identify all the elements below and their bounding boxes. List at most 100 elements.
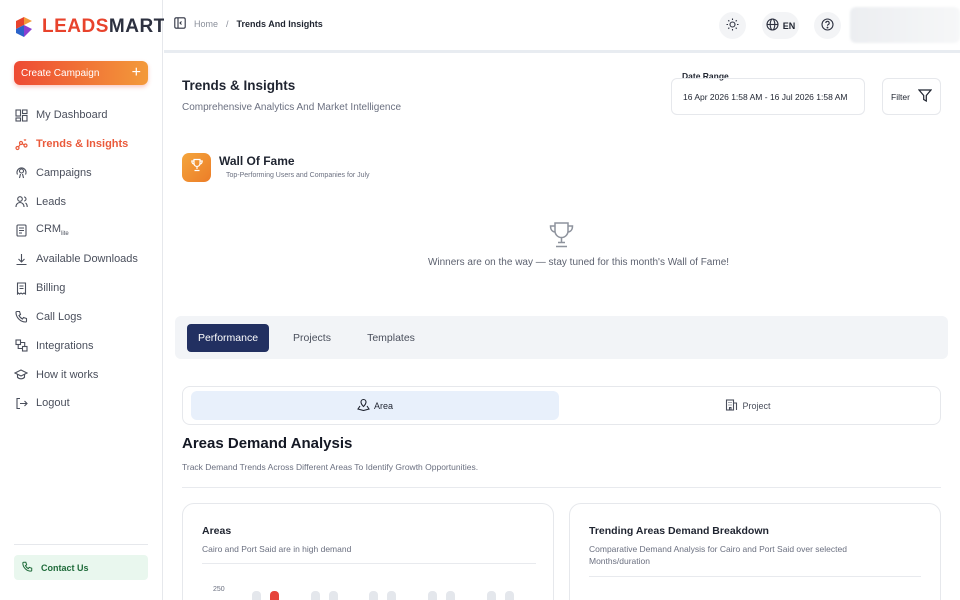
sidebar-item-label: Campaigns <box>36 166 92 179</box>
sidebar-divider <box>14 544 148 545</box>
phone-icon <box>14 310 28 324</box>
sidebar-item-trends-insights[interactable]: Trends & Insights <box>14 130 154 159</box>
filter-button[interactable]: Filter <box>882 78 941 115</box>
trends-icon <box>14 137 28 151</box>
page-title: Trends & Insights <box>182 78 296 93</box>
logo-mark-icon <box>14 15 38 39</box>
chart-bar[interactable] <box>369 591 378 600</box>
integrations-icon <box>14 339 28 353</box>
tab-label: Projects <box>293 332 331 344</box>
help-button[interactable] <box>814 12 841 39</box>
tab-label: Templates <box>367 332 415 344</box>
chart-bar[interactable] <box>487 591 496 600</box>
sidebar-item-campaigns[interactable]: Campaigns <box>14 159 154 188</box>
graduation-cap-icon <box>14 368 28 382</box>
breadcrumb: Home / Trends And Insights <box>174 17 323 31</box>
tab-projects[interactable]: Projects <box>279 324 345 352</box>
sidebar-item-label: My Dashboard <box>36 109 108 122</box>
brand-name: LEADSMART <box>42 16 166 37</box>
card-title: Trending Areas Demand Breakdown <box>589 525 769 537</box>
help-icon <box>821 18 834 33</box>
user-profile-menu[interactable] <box>850 7 960 43</box>
breadcrumb-current: Trends And Insights <box>236 19 323 29</box>
areas-card: Areas Cairo and Port Said are in high de… <box>182 503 554 600</box>
trophy-badge <box>182 153 211 182</box>
dashboard-icon <box>14 108 28 122</box>
language-button[interactable]: EN <box>762 12 799 39</box>
filter-label: Filter <box>891 91 910 102</box>
trophy-icon <box>190 158 204 177</box>
section-title: Areas Demand Analysis <box>182 435 353 452</box>
trophy-placeholder-icon <box>548 221 575 254</box>
theme-toggle-button[interactable] <box>719 12 746 39</box>
empty-state-message: Winners are on the way — stay tuned for … <box>427 257 730 268</box>
sidebar-item-label: How it works <box>36 368 99 381</box>
chart-bar[interactable] <box>270 591 279 600</box>
sidebar-item-my-dashboard[interactable]: My Dashboard <box>14 101 154 130</box>
sidebar-item-label: Leads <box>36 195 66 208</box>
sidebar-item-billing[interactable]: Billing <box>14 274 154 303</box>
sidebar-item-integrations[interactable]: Integrations <box>14 331 154 360</box>
date-range-picker[interactable]: 16 Apr 2026 1:58 AM - 16 Jul 2026 1:58 A… <box>671 78 865 115</box>
leads-icon <box>14 195 28 209</box>
sidebar: LEADSMART Create Campaign + My Dashboard… <box>0 0 166 600</box>
tab-performance[interactable]: Performance <box>187 324 269 352</box>
create-campaign-button[interactable]: Create Campaign + <box>14 61 148 85</box>
sidebar-item-label: Logout <box>36 397 70 410</box>
section-subtitle: Track Demand Trends Across Different Are… <box>182 462 479 472</box>
chart-bar[interactable] <box>446 591 455 600</box>
chart-bar[interactable] <box>329 591 338 600</box>
contact-us-label: Contact Us <box>41 562 89 573</box>
card-divider <box>202 563 536 564</box>
contact-us-button[interactable]: Contact Us <box>14 555 148 580</box>
breadcrumb-separator: / <box>226 19 229 29</box>
segment-project[interactable]: Project <box>563 391 933 420</box>
sidebar-item-logout[interactable]: Logout <box>14 389 154 418</box>
trending-areas-card: Trending Areas Demand Breakdown Comparat… <box>569 503 941 600</box>
card-title: Areas <box>202 525 232 537</box>
segment-label: Project <box>742 400 771 411</box>
chart-bar[interactable] <box>505 591 514 600</box>
breadcrumb-home[interactable]: Home <box>194 19 218 29</box>
plus-icon: + <box>131 64 141 81</box>
chart-bar[interactable] <box>387 591 396 600</box>
sidebar-item-label: Call Logs <box>36 310 82 323</box>
tab-label: Performance <box>197 332 259 344</box>
date-range-value: 16 Apr 2026 1:58 AM - 16 Jul 2026 1:58 A… <box>683 91 848 102</box>
billing-icon <box>14 281 28 295</box>
tab-templates[interactable]: Templates <box>355 324 427 352</box>
language-label: EN <box>782 20 796 31</box>
sidebar-item-leads[interactable]: Leads <box>14 187 154 216</box>
top-bar: Home / Trends And Insights EN <box>164 0 960 50</box>
chart-bar[interactable] <box>428 591 437 600</box>
wall-of-fame-empty-state: Winners are on the way — stay tuned for … <box>0 257 960 268</box>
tab-bar: Performance Projects Templates <box>175 316 948 359</box>
campaigns-icon <box>14 166 28 180</box>
sun-icon <box>726 18 739 33</box>
sidebar-item-call-logs[interactable]: Call Logs <box>14 303 154 332</box>
sidebar-item-crm[interactable]: CRMlite <box>14 216 154 245</box>
header-divider <box>164 50 960 53</box>
area-project-toggle: Area Project <box>182 386 941 425</box>
card-subtitle: Cairo and Port Said are in high demand <box>202 544 352 554</box>
wall-of-fame-title: Wall Of Fame <box>219 154 295 168</box>
card-subtitle: Comparative Demand Analysis for Cairo an… <box>589 544 847 566</box>
segment-label: Area <box>373 400 393 411</box>
crm-icon <box>14 224 28 238</box>
sidebar-item-label: CRMlite <box>36 223 69 238</box>
card-divider <box>589 576 921 577</box>
segment-area[interactable]: Area <box>191 391 559 420</box>
section-divider <box>182 487 941 488</box>
y-axis-tick: 250 <box>213 586 225 593</box>
map-pin-icon <box>357 398 370 413</box>
building-icon <box>725 398 738 413</box>
sidebar-item-how-it-works[interactable]: How it works <box>14 360 154 389</box>
sidebar-item-label: Integrations <box>36 339 94 352</box>
chart-bar[interactable] <box>252 591 261 600</box>
sidebar-item-label: Trends & Insights <box>36 138 129 151</box>
sidebar-item-label: Billing <box>36 282 66 295</box>
phone-icon <box>22 561 33 574</box>
sidebar-toggle-icon[interactable] <box>174 17 186 31</box>
chart-bar[interactable] <box>311 591 320 600</box>
logo[interactable]: LEADSMART <box>14 14 166 40</box>
